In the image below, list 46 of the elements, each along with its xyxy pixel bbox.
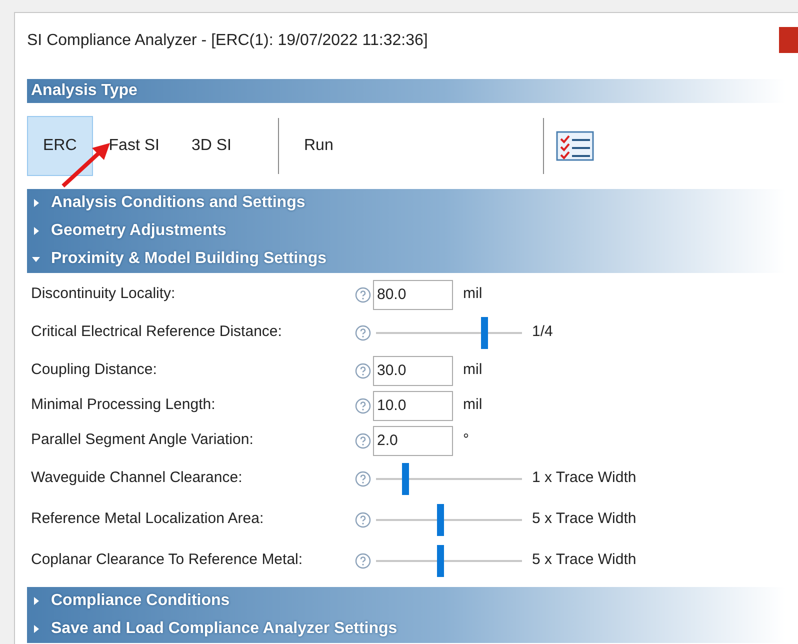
- unit-label: mil: [463, 284, 482, 304]
- mode-tab[interactable]: Fast SI: [92, 116, 176, 176]
- slider-thumb[interactable]: [437, 544, 444, 576]
- section-header[interactable]: Geometry Adjustments: [51, 219, 226, 243]
- expand-icon[interactable]: [31, 596, 41, 606]
- expand-icon[interactable]: [31, 226, 41, 236]
- collapse-icon[interactable]: [31, 254, 41, 264]
- slider-reading: 5 x Trace Width: [532, 550, 636, 570]
- mode-tab[interactable]: 3D SI: [175, 116, 248, 176]
- expand-icon[interactable]: [31, 198, 41, 208]
- input-field[interactable]: 10.0: [373, 390, 453, 420]
- help-icon[interactable]: [355, 470, 371, 486]
- slider-thumb[interactable]: [402, 462, 410, 494]
- help-icon[interactable]: [355, 362, 371, 378]
- slider-reading: 1 x Trace Width: [532, 468, 636, 488]
- setting-label: Minimal Processing Length:: [30, 395, 216, 416]
- checklist-icon[interactable]: [556, 131, 594, 161]
- unit-label: °: [463, 430, 469, 450]
- setting-label: Parallel Segment Angle Variation:: [30, 430, 254, 450]
- slider-reading: 1/4: [532, 322, 553, 342]
- run-button[interactable]: Run: [279, 118, 543, 174]
- help-icon[interactable]: [355, 324, 371, 340]
- setting-label: Waveguide Channel Clearance:: [30, 468, 244, 488]
- input-field[interactable]: 30.0: [373, 356, 453, 386]
- slider-thumb[interactable]: [481, 316, 488, 348]
- setting-label: Reference Metal Localization Area:: [30, 509, 265, 530]
- help-icon[interactable]: [355, 398, 371, 414]
- mode-tab[interactable]: ERC: [27, 116, 93, 176]
- setting-label: Coplanar Clearance To Reference Metal:: [30, 550, 304, 570]
- slider-thumb[interactable]: [437, 504, 444, 536]
- window-title: SI Compliance Analyzer - [ERC(1): 19/07/2022 11:32:36]: [27, 31, 428, 51]
- unit-label: mil: [463, 395, 482, 416]
- input-field[interactable]: 80.0: [373, 280, 453, 310]
- setting-label: Critical Electrical Reference Distance:: [30, 322, 283, 342]
- help-icon[interactable]: [355, 552, 371, 568]
- setting-label: Coupling Distance:: [30, 360, 158, 380]
- section-header[interactable]: Compliance Conditions: [51, 589, 230, 613]
- expand-icon[interactable]: [31, 624, 41, 634]
- help-icon[interactable]: [355, 286, 371, 302]
- section-header[interactable]: Save and Load Compliance Analyzer Settings: [51, 617, 398, 641]
- slider-reading: 5 x Trace Width: [532, 509, 636, 530]
- input-field[interactable]: 2.0: [373, 426, 453, 456]
- help-icon[interactable]: [355, 512, 371, 528]
- unit-label: mil: [463, 360, 482, 380]
- setting-label: Discontinuity Locality:: [30, 284, 176, 304]
- help-icon[interactable]: [355, 432, 371, 448]
